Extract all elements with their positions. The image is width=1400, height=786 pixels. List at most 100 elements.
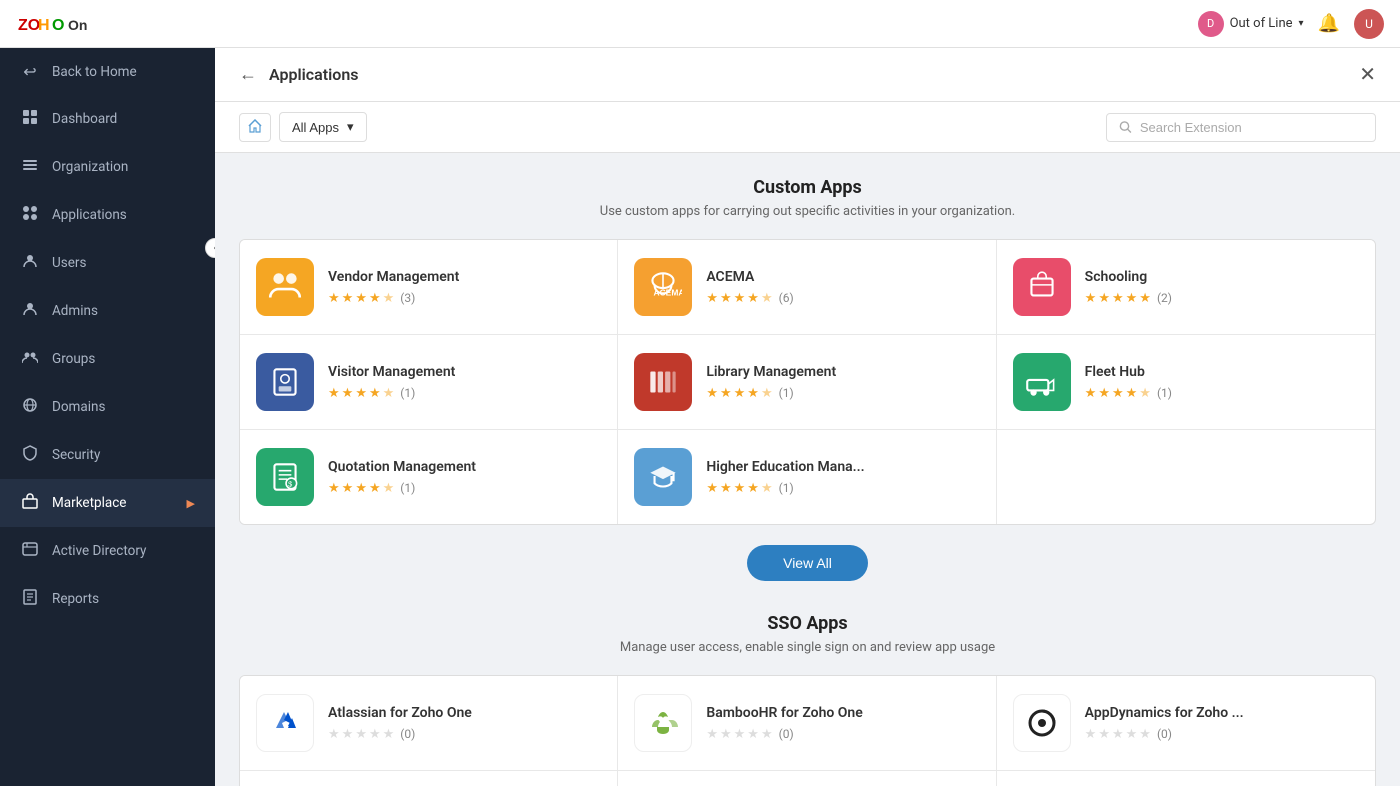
star-4: ★	[369, 727, 381, 742]
app-stars-vendor: ★ ★ ★ ★ ★ (3)	[328, 291, 601, 306]
sidebar-item-label: Organization	[52, 159, 128, 175]
app-card-appdynamics[interactable]: AppDynamics for Zoho ... ★ ★ ★ ★ ★ (0)	[997, 676, 1375, 771]
apps-filter-dropdown[interactable]: All Apps ▾	[279, 112, 367, 142]
star-2: ★	[342, 727, 354, 742]
sidebar-item-admins[interactable]: Admins	[0, 287, 215, 335]
app-icon-atlassian	[256, 694, 314, 752]
app-stars-acema: ★ ★ ★ ★ ★ (6)	[706, 291, 979, 306]
app-icon-schooling	[1013, 258, 1071, 316]
sidebar-item-back-home[interactable]: ↩ Back to Home	[0, 48, 215, 95]
app-info-visitor: Visitor Management ★ ★ ★ ★ ★ (1)	[328, 364, 601, 401]
sidebar-item-domains[interactable]: Domains	[0, 383, 215, 431]
app-icon-bamboohr	[634, 694, 692, 752]
sidebar-item-organization[interactable]: Organization	[0, 143, 215, 191]
app-card-bamboohr[interactable]: BambooHR for Zoho One ★ ★ ★ ★ ★ (0)	[618, 676, 996, 771]
account-switcher[interactable]: D Out of Line ▾	[1198, 11, 1304, 37]
sidebar-item-label: Groups	[52, 351, 95, 367]
app-name-quotation: Quotation Management	[328, 459, 601, 475]
sidebar-item-label: Security	[52, 447, 100, 463]
dropdown-chevron-icon: ▾	[347, 119, 354, 135]
main-content: ← Applications ✕ All Apps ▾	[215, 48, 1400, 786]
home-icon-button[interactable]	[239, 113, 271, 142]
app-card-peoplehr[interactable]: People HR for Zoho One ★ ★ ★ ★ ★ (0)	[997, 771, 1375, 786]
organization-icon	[20, 157, 40, 177]
star-3: ★	[355, 727, 367, 742]
app-icon-appdynamics	[1013, 694, 1071, 752]
star-2: ★	[720, 291, 732, 306]
app-stars-library: ★ ★ ★ ★ ★ (1)	[706, 386, 979, 401]
sidebar-item-label: Admins	[52, 303, 98, 319]
star-4: ★	[1126, 727, 1138, 742]
sidebar-item-applications[interactable]: Applications	[0, 191, 215, 239]
app-card-quotation[interactable]: $ Quotation Management ★ ★ ★ ★ ★ (1)	[240, 430, 618, 524]
sidebar-item-label: Applications	[52, 207, 127, 223]
svg-text:ACEMA: ACEMA	[654, 287, 683, 297]
app-name-schooling: Schooling	[1085, 269, 1359, 285]
back-button[interactable]: ←	[239, 64, 257, 85]
view-all-button[interactable]: View All	[747, 545, 868, 581]
app-card-higher-ed[interactable]: Higher Education Mana... ★ ★ ★ ★ ★ (1)	[618, 430, 996, 524]
app-card-salesforce[interactable]: Salesforce for Zoho One ★ ★ ★ ★ ★ (0)	[240, 771, 618, 786]
star-3: ★	[1112, 386, 1124, 401]
app-name-visitor: Visitor Management	[328, 364, 601, 380]
admins-icon	[20, 301, 40, 321]
app-card-fleet[interactable]: Fleet Hub ★ ★ ★ ★ ★ (1)	[997, 335, 1375, 430]
sidebar-item-active-directory[interactable]: Active Directory	[0, 527, 215, 575]
star-3: ★	[734, 727, 746, 742]
star-count: (6)	[779, 291, 794, 305]
star-5: ★	[761, 727, 773, 742]
search-input[interactable]	[1140, 120, 1363, 135]
sso-apps-section: SSO Apps Manage user access, enable sing…	[239, 613, 1376, 786]
scrollable-content: Custom Apps Use custom apps for carrying…	[215, 153, 1400, 786]
page-header: ← Applications ✕	[215, 48, 1400, 102]
app-name-fleet: Fleet Hub	[1085, 364, 1359, 380]
app-card-gotomeeting[interactable]: GoToMeeting for Zoho ... ★ ★ ★ ★ ★ (0)	[618, 771, 996, 786]
star-2: ★	[1098, 291, 1110, 306]
avatar[interactable]: U	[1354, 9, 1384, 39]
sidebar-item-label: Users	[52, 255, 86, 271]
app-card-schooling[interactable]: Schooling ★ ★ ★ ★ ★ (2)	[997, 240, 1375, 335]
custom-apps-title: Custom Apps	[239, 177, 1376, 198]
sidebar-item-groups[interactable]: Groups	[0, 335, 215, 383]
star-count: (1)	[779, 481, 794, 495]
sidebar-item-security[interactable]: Security	[0, 431, 215, 479]
app-info-acema: ACEMA ★ ★ ★ ★ ★ (6)	[706, 269, 979, 306]
star-4: ★	[1126, 386, 1138, 401]
sidebar-item-users[interactable]: Users	[0, 239, 215, 287]
app-icon-quotation: $	[256, 448, 314, 506]
sidebar-item-reports[interactable]: Reports	[0, 575, 215, 623]
apps-filter-label: All Apps	[292, 120, 339, 135]
app-card-acema[interactable]: ACEMA ACEMA ★ ★ ★ ★ ★ (6)	[618, 240, 996, 335]
sidebar-item-label: Back to Home	[52, 64, 137, 80]
star-5: ★	[383, 291, 395, 306]
svg-text:H: H	[38, 17, 50, 34]
star-2: ★	[720, 386, 732, 401]
sidebar-item-dashboard[interactable]: Dashboard	[0, 95, 215, 143]
star-3: ★	[1112, 727, 1124, 742]
app-card-visitor[interactable]: Visitor Management ★ ★ ★ ★ ★ (1)	[240, 335, 618, 430]
marketplace-arrow-icon: ▶	[187, 497, 195, 510]
star-1: ★	[706, 291, 718, 306]
app-card-atlassian[interactable]: Atlassian for Zoho One ★ ★ ★ ★ ★ (0)	[240, 676, 618, 771]
bell-icon[interactable]: 🔔	[1318, 13, 1340, 34]
app-icon-visitor	[256, 353, 314, 411]
search-icon	[1119, 120, 1132, 134]
sso-apps-subtitle: Manage user access, enable single sign o…	[239, 640, 1376, 655]
sidebar-item-label: Active Directory	[52, 543, 146, 559]
star-count: (1)	[779, 386, 794, 400]
app-stars-visitor: ★ ★ ★ ★ ★ (1)	[328, 386, 601, 401]
star-3: ★	[355, 481, 367, 496]
star-2: ★	[1098, 727, 1110, 742]
active-directory-icon	[20, 541, 40, 561]
close-button[interactable]: ✕	[1359, 62, 1376, 87]
star-3: ★	[734, 291, 746, 306]
sidebar-item-marketplace[interactable]: Marketplace ▶	[0, 479, 215, 527]
star-1: ★	[328, 481, 340, 496]
app-card-vendor[interactable]: Vendor Management ★ ★ ★ ★ ★ (3)	[240, 240, 618, 335]
app-stars-appdynamics: ★ ★ ★ ★ ★ (0)	[1085, 727, 1359, 742]
star-count: (1)	[400, 386, 415, 400]
star-5: ★	[761, 481, 773, 496]
app-card-library[interactable]: Library Management ★ ★ ★ ★ ★ (1)	[618, 335, 996, 430]
svg-text:One: One	[68, 17, 88, 33]
star-count: (3)	[400, 291, 415, 305]
